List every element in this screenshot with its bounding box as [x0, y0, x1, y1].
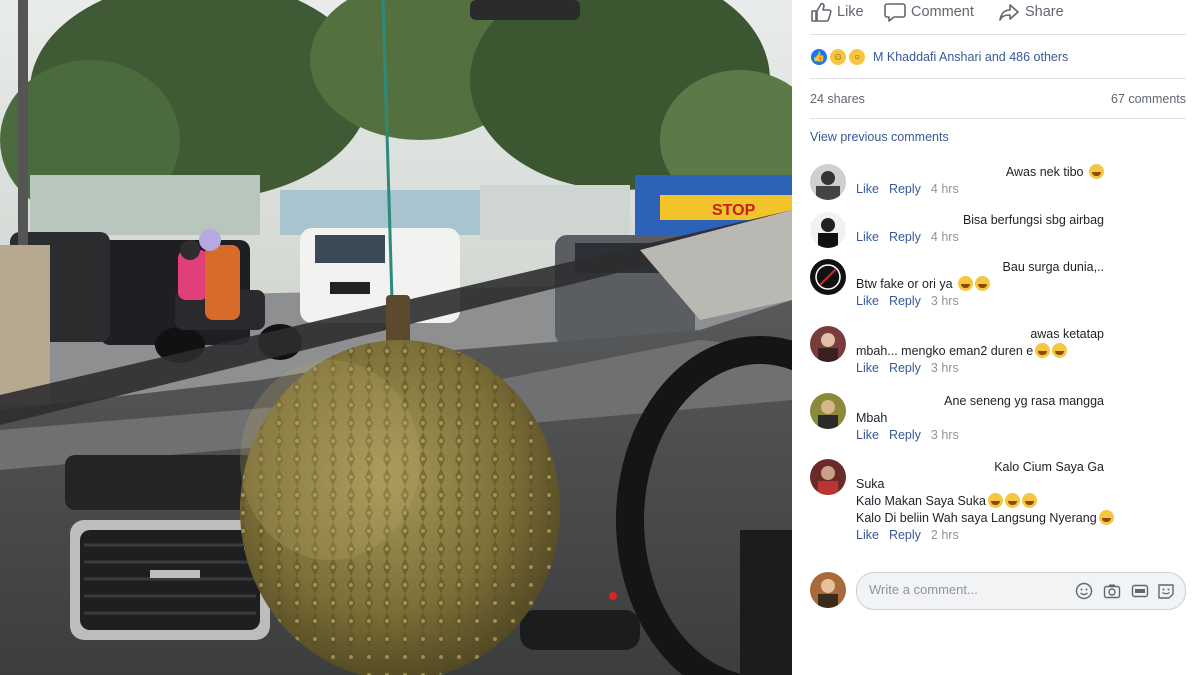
comment-composer — [810, 572, 1186, 610]
laughing-emoji-icon — [975, 276, 991, 291]
comment-text: Ane seneng yg rasa mangga — [944, 394, 1104, 408]
comment-body: Awas nek tibo Like Reply 4 hrs — [856, 164, 1186, 198]
reactions-summary-text[interactable]: M Khaddafi Anshari and 486 others — [873, 50, 1068, 64]
comment-meta: Like Reply 4 hrs — [856, 229, 1186, 246]
comment-like-link[interactable]: Like — [856, 527, 879, 544]
comment-reply-link[interactable]: Reply — [889, 360, 921, 377]
laughing-emoji-icon — [1021, 493, 1037, 508]
comment-meta: Like Reply 3 hrs — [856, 293, 1186, 310]
comment-meta: Like Reply 4 hrs — [856, 181, 1186, 198]
like-button-label: Like — [837, 4, 864, 20]
avatar-image — [810, 393, 846, 429]
comment-text-line: Btw fake or ori ya — [856, 276, 1186, 293]
commenter-avatar[interactable] — [810, 164, 846, 200]
comment-meta: Like Reply 2 hrs — [856, 527, 1186, 544]
laughing-emoji-icon — [1035, 343, 1051, 358]
comment-reply-link[interactable]: Reply — [889, 293, 921, 310]
share-button-label: Share — [1025, 4, 1064, 20]
current-user-avatar[interactable] — [810, 572, 846, 608]
avatar-image — [810, 572, 846, 608]
commenter-avatar[interactable] — [810, 259, 846, 295]
like-reaction-icon: 👍 — [810, 48, 828, 66]
comment-reply-link[interactable]: Reply — [889, 527, 921, 544]
comment-text: Kalo Cium Saya Ga — [994, 460, 1104, 474]
comment-text: Bau surga dunia,.. — [1002, 260, 1104, 274]
commenter-avatar[interactable] — [810, 212, 846, 248]
haha-reaction-icon: ☺ — [829, 48, 847, 66]
comment-meta: Like Reply 3 hrs — [856, 360, 1186, 377]
comment-timestamp[interactable]: 4 hrs — [931, 181, 959, 198]
emoji-icon[interactable] — [1075, 582, 1093, 600]
comment-text: Awas nek tibo — [856, 164, 1186, 181]
comment-text: Bisa berfungsi sbg airbag — [962, 213, 1104, 227]
post-actions-bar: Like Comment Share — [792, 0, 1200, 28]
comment-button-label: Comment — [911, 4, 974, 20]
wow-reaction-icon: ○ — [848, 48, 866, 66]
avatar-image — [810, 212, 846, 248]
comment-timestamp[interactable]: 3 hrs — [931, 427, 959, 444]
camera-icon[interactable] — [1103, 582, 1121, 600]
sticker-icon[interactable] — [1157, 582, 1175, 600]
laughing-emoji-icon — [987, 493, 1003, 508]
comment-text-line: mbah... mengko eman2 duren e — [856, 343, 1186, 360]
laughing-emoji-icon — [1052, 343, 1068, 358]
comment-body: Kalo Cium Saya Ga Suka Kalo Makan Saya S… — [856, 459, 1186, 544]
comment-timestamp[interactable]: 3 hrs — [931, 293, 959, 310]
reaction-icons: 👍 ☺ ○ — [810, 48, 867, 66]
commenter-avatar[interactable] — [810, 393, 846, 429]
comment-timestamp[interactable]: 4 hrs — [931, 229, 959, 246]
shares-count[interactable]: 24 shares — [810, 92, 865, 106]
comment-reply-link[interactable]: Reply — [889, 427, 921, 444]
comment-text-line: Kalo Makan Saya Suka — [856, 493, 1186, 510]
durian-in-car-image: STOP — [0, 0, 792, 675]
comment-like-link[interactable]: Like — [856, 427, 879, 444]
divider — [810, 118, 1186, 119]
comment-reply-link[interactable]: Reply — [889, 229, 921, 246]
laughing-emoji-icon — [1004, 493, 1020, 508]
gif-icon[interactable] — [1131, 582, 1149, 600]
post-photo[interactable]: STOP — [0, 0, 792, 675]
laughing-emoji-icon — [1089, 164, 1104, 179]
avatar-image — [810, 326, 846, 362]
avatar-image — [810, 459, 846, 495]
comment-like-link[interactable]: Like — [856, 360, 879, 377]
divider — [810, 34, 1186, 35]
avatar-image — [810, 164, 846, 200]
share-arrow-icon — [999, 4, 1019, 21]
comment-body: Bau surga dunia,.. Btw fake or ori ya Li… — [856, 259, 1186, 310]
thumbs-up-icon — [811, 2, 832, 22]
commenter-avatar[interactable] — [810, 326, 846, 362]
comment-button[interactable]: Comment — [884, 2, 974, 22]
comment-meta: Like Reply 3 hrs — [856, 427, 1186, 444]
like-button[interactable]: Like — [810, 2, 864, 22]
comment-timestamp[interactable]: 3 hrs — [931, 360, 959, 377]
comment-like-link[interactable]: Like — [856, 229, 879, 246]
comments-count[interactable]: 67 comments — [1111, 92, 1186, 106]
comment-like-link[interactable]: Like — [856, 181, 879, 198]
view-previous-comments-link[interactable]: View previous comments — [810, 130, 949, 144]
comment-body: Bisa berfungsi sbg airbag Like Reply 4 h… — [856, 212, 1186, 246]
reactions-summary[interactable]: 👍 ☺ ○ M Khaddafi Anshari and 486 others — [810, 48, 1068, 66]
avatar-image — [810, 259, 846, 295]
comment-text-line: Mbah — [856, 411, 888, 425]
comment-input-box[interactable] — [856, 572, 1186, 610]
comment-reply-link[interactable]: Reply — [889, 181, 921, 198]
comment-text: awas ketatap — [1030, 327, 1104, 341]
comment-body: awas ketatap mbah... mengko eman2 duren … — [856, 326, 1186, 377]
comment-body: Ane seneng yg rasa mangga Mbah Like Repl… — [856, 393, 1186, 444]
laughing-emoji-icon — [958, 276, 974, 291]
laughing-emoji-icon — [1098, 510, 1114, 525]
comment-text-line: Kalo Di beliin Wah saya Langsung Nyerang — [856, 510, 1186, 527]
comment-timestamp[interactable]: 2 hrs — [931, 527, 959, 544]
divider — [810, 78, 1186, 79]
comment-input[interactable] — [867, 581, 1071, 598]
share-button[interactable]: Share — [998, 2, 1064, 22]
comment-like-link[interactable]: Like — [856, 293, 879, 310]
commenter-avatar[interactable] — [810, 459, 846, 495]
facebook-post-panel: Like Comment Share 👍 ☺ ○ M Khaddafi Ansh… — [792, 0, 1200, 675]
comment-text-line: Suka — [856, 477, 885, 491]
stop-sign-text: STOP — [712, 202, 756, 219]
speech-bubble-icon — [884, 3, 906, 22]
